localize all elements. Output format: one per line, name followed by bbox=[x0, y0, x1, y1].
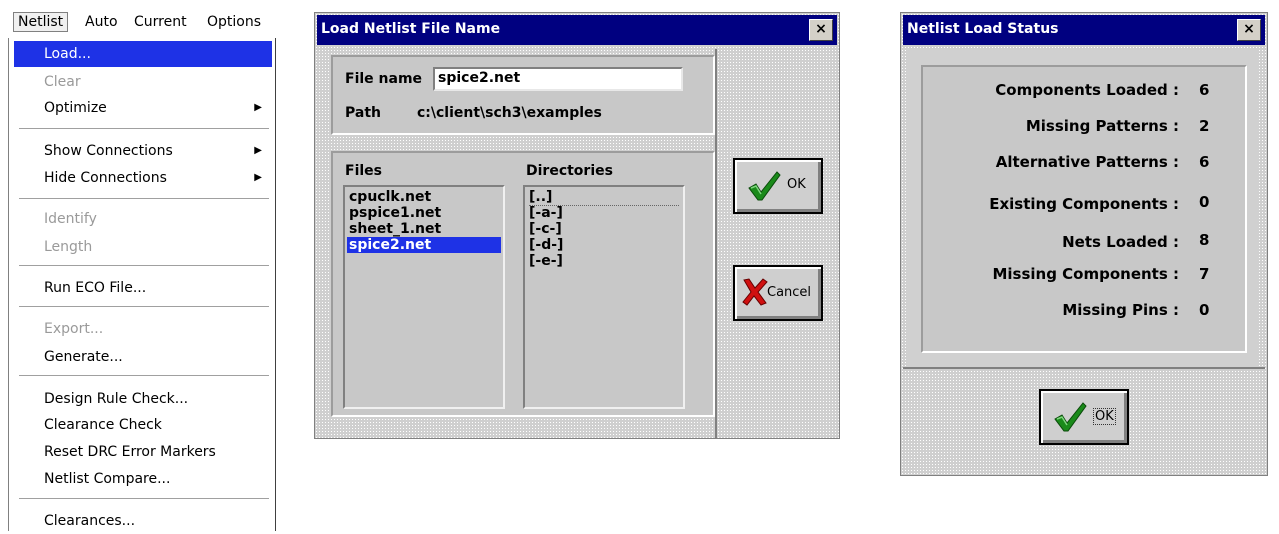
submenu-arrow-icon: ▶ bbox=[254, 102, 262, 113]
dialog-title-bar: Load Netlist File Name × bbox=[317, 15, 837, 45]
missing-components-value: 7 bbox=[1199, 265, 1210, 283]
nets-loaded-value: 8 bbox=[1199, 231, 1210, 249]
menu-item-identify: Identify bbox=[14, 206, 272, 232]
missing-patterns-value: 2 bbox=[1199, 117, 1210, 135]
menu-item-label: Identify bbox=[44, 211, 97, 227]
dialog-title: Netlist Load Status bbox=[907, 21, 1059, 37]
missing-components-label: Missing Components : bbox=[992, 265, 1179, 283]
menu-item-label: Clear bbox=[44, 74, 81, 90]
menu-item-clearances[interactable]: Clearances... bbox=[14, 508, 272, 534]
components-loaded-label: Components Loaded : bbox=[995, 81, 1179, 99]
close-button[interactable]: × bbox=[809, 19, 833, 41]
menu-item-label: Length bbox=[44, 239, 93, 255]
file-list-item[interactable]: sheet_1.net bbox=[349, 221, 441, 237]
menu-separator bbox=[19, 375, 269, 377]
divider bbox=[903, 367, 1265, 369]
status-ok-button[interactable]: OK bbox=[1039, 389, 1129, 445]
directory-list-item[interactable]: [-d-] bbox=[529, 237, 563, 253]
menubar: Netlist Auto Current Options bbox=[8, 8, 278, 38]
path-value: c:\client\sch3\examples bbox=[417, 105, 602, 121]
menu-item-load[interactable]: Load... bbox=[14, 41, 272, 67]
file-name-label: File name bbox=[345, 71, 423, 87]
menu-separator bbox=[19, 498, 269, 500]
menu-item-run-eco-file[interactable]: Run ECO File... bbox=[14, 275, 272, 301]
menu-item-clearance-check[interactable]: Clearance Check bbox=[14, 412, 272, 438]
menu-separator bbox=[19, 198, 269, 200]
check-icon bbox=[748, 171, 781, 201]
menu-options[interactable]: Options bbox=[207, 14, 261, 30]
files-directories-panel: Files Directories cpuclk.net pspice1.net… bbox=[331, 151, 715, 417]
menu-item-label: Optimize bbox=[44, 100, 107, 116]
submenu-arrow-icon: ▶ bbox=[254, 145, 262, 156]
menu-item-label: Design Rule Check... bbox=[44, 391, 189, 407]
menu-item-reset-drc-error-markers[interactable]: Reset DRC Error Markers bbox=[14, 439, 272, 465]
directory-list-item[interactable]: [-c-] bbox=[529, 221, 562, 237]
menu-item-label: Load... bbox=[44, 46, 91, 62]
ok-label: OK bbox=[1093, 408, 1116, 425]
nets-loaded-label: Nets Loaded : bbox=[1062, 233, 1179, 251]
dialog-title-bar: Netlist Load Status × bbox=[903, 15, 1265, 45]
menu-item-label: Clearances... bbox=[44, 513, 136, 529]
path-label: Path bbox=[345, 105, 381, 121]
load-netlist-dialog: Load Netlist File Name × File name spice… bbox=[314, 12, 840, 439]
alternative-patterns-value: 6 bbox=[1199, 153, 1210, 171]
missing-pins-value: 0 bbox=[1199, 301, 1210, 319]
menu-item-label: Run ECO File... bbox=[44, 280, 147, 296]
directories-label: Directories bbox=[526, 163, 613, 179]
file-list-item-selected[interactable]: spice2.net bbox=[347, 237, 501, 253]
file-list-item[interactable]: pspice1.net bbox=[349, 205, 441, 221]
menu-separator bbox=[19, 265, 269, 267]
menu-item-generate[interactable]: Generate... bbox=[14, 344, 272, 370]
directory-list-item[interactable]: [..] bbox=[529, 189, 679, 206]
components-loaded-value: 6 bbox=[1199, 81, 1210, 99]
ok-button[interactable]: OK bbox=[733, 158, 823, 214]
red-x-icon bbox=[742, 278, 768, 306]
submenu-arrow-icon: ▶ bbox=[254, 172, 262, 183]
dialog-title: Load Netlist File Name bbox=[321, 21, 501, 37]
menu-item-label: Export... bbox=[44, 321, 104, 337]
file-name-value: spice2.net bbox=[438, 70, 521, 86]
menu-item-label: Reset DRC Error Markers bbox=[44, 444, 216, 460]
menu-item-label: Clearance Check bbox=[44, 417, 162, 433]
alternative-patterns-label: Alternative Patterns : bbox=[995, 153, 1179, 171]
menu-item-label: Hide Connections bbox=[44, 170, 167, 186]
file-path-panel: File name spice2.net Path c:\client\sch3… bbox=[331, 55, 715, 135]
file-list-item[interactable]: cpuclk.net bbox=[349, 189, 431, 205]
netlist-load-status-dialog: Netlist Load Status × Components Loaded … bbox=[900, 12, 1268, 476]
missing-patterns-label: Missing Patterns : bbox=[1025, 117, 1179, 135]
menu-netlist[interactable]: Netlist bbox=[13, 12, 69, 32]
menu-item-clear: Clear bbox=[14, 69, 272, 95]
menu-item-design-rule-check[interactable]: Design Rule Check... bbox=[14, 386, 272, 412]
close-button[interactable]: × bbox=[1237, 19, 1261, 41]
menu-separator bbox=[19, 306, 269, 308]
directory-list-item[interactable]: [-e-] bbox=[529, 253, 563, 269]
menu-item-label: Show Connections bbox=[44, 143, 173, 159]
menu-separator bbox=[19, 128, 269, 130]
menu-item-optimize[interactable]: Optimize ▶ bbox=[14, 95, 272, 121]
missing-pins-label: Missing Pins : bbox=[1062, 301, 1179, 319]
cancel-label: Cancel bbox=[767, 285, 812, 300]
existing-components-label: Existing Components : bbox=[989, 195, 1179, 213]
menu-item-show-connections[interactable]: Show Connections ▶ bbox=[14, 138, 272, 164]
files-listbox[interactable]: cpuclk.net pspice1.net sheet_1.net spice… bbox=[343, 185, 505, 409]
menu-item-length: Length bbox=[14, 234, 272, 260]
netlist-dropdown-menu: Load... Clear Optimize ▶ Show Connection… bbox=[8, 38, 276, 531]
directory-list-item[interactable]: [-a-] bbox=[529, 205, 563, 221]
menu-item-hide-connections[interactable]: Hide Connections ▶ bbox=[14, 165, 272, 191]
file-name-input[interactable]: spice2.net bbox=[433, 67, 683, 91]
menu-item-export: Export... bbox=[14, 316, 272, 342]
check-icon bbox=[1054, 402, 1087, 432]
cancel-button[interactable]: Cancel bbox=[733, 265, 823, 321]
status-panel: Components Loaded : 6 Missing Patterns :… bbox=[921, 65, 1247, 353]
divider bbox=[715, 49, 717, 439]
existing-components-value: 0 bbox=[1199, 193, 1210, 211]
menu-item-netlist-compare[interactable]: Netlist Compare... bbox=[14, 466, 272, 492]
menu-current[interactable]: Current bbox=[134, 14, 187, 30]
ok-label: OK bbox=[787, 177, 806, 192]
files-label: Files bbox=[345, 163, 382, 179]
menu-item-label: Netlist Compare... bbox=[44, 471, 171, 487]
menu-item-label: Generate... bbox=[44, 349, 123, 365]
menu-auto[interactable]: Auto bbox=[85, 14, 118, 30]
directories-listbox[interactable]: [..] [-a-] [-c-] [-d-] [-e-] bbox=[523, 185, 685, 409]
